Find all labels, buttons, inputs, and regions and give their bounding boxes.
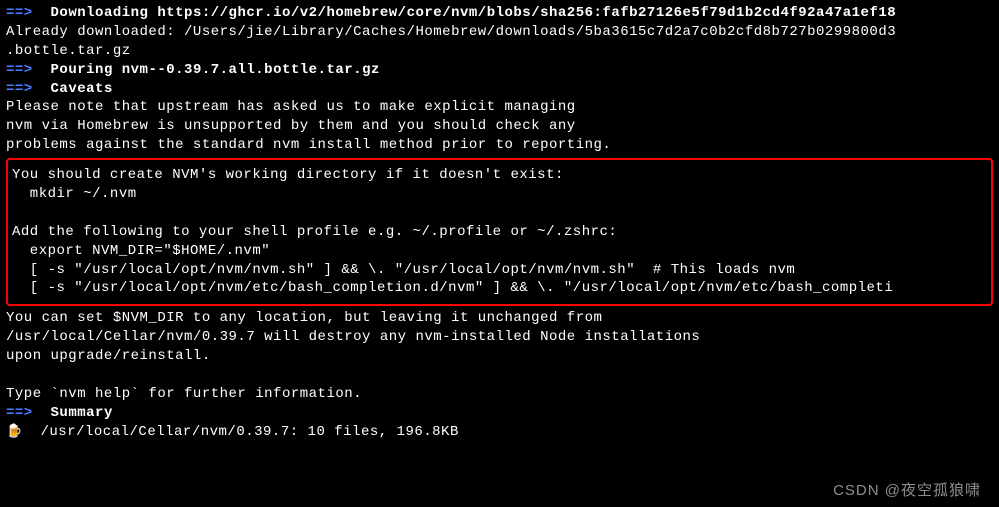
line-blank [6, 366, 993, 385]
line-caveats: ==> Caveats [6, 80, 993, 99]
box-blank [12, 204, 987, 223]
highlighted-instructions-box: You should create NVM's working director… [6, 158, 993, 306]
line-note1: Please note that upstream has asked us t… [6, 98, 993, 117]
line-after2: /usr/local/Cellar/nvm/0.39.7 will destro… [6, 328, 993, 347]
line-note3: problems against the standard nvm instal… [6, 136, 993, 155]
watermark-text: CSDN @夜空孤狼啸 [833, 481, 981, 501]
summary-text: /usr/local/Cellar/nvm/0.39.7: 10 files, … [41, 424, 459, 440]
summary-heading: Summary [51, 405, 113, 421]
caveats-heading: Caveats [51, 81, 113, 97]
beer-icon: 🍺 [6, 424, 23, 439]
line-bottle-tar: .bottle.tar.gz [6, 42, 993, 61]
line-after3: upon upgrade/reinstall. [6, 347, 993, 366]
box-line-nvmsh: [ -s "/usr/local/opt/nvm/nvm.sh" ] && \.… [12, 261, 987, 280]
line-summary: ==> Summary [6, 404, 993, 423]
arrow-icon: ==> [6, 405, 33, 421]
box-line-export: export NVM_DIR="$HOME/.nvm" [12, 242, 987, 261]
arrow-icon: ==> [6, 5, 33, 21]
arrow-icon: ==> [6, 62, 33, 78]
line-after1: You can set $NVM_DIR to any location, bu… [6, 309, 993, 328]
pouring-text: Pouring nvm--0.39.7.all.bottle.tar.gz [51, 62, 380, 78]
box-line-mkdir: mkdir ~/.nvm [12, 185, 987, 204]
arrow-icon: ==> [6, 81, 33, 97]
line-note2: nvm via Homebrew is unsupported by them … [6, 117, 993, 136]
line-already-downloaded: Already downloaded: /Users/jie/Library/C… [6, 23, 993, 42]
line-summary-detail: 🍺 /usr/local/Cellar/nvm/0.39.7: 10 files… [6, 423, 993, 442]
box-line-add-following: Add the following to your shell profile … [12, 223, 987, 242]
downloading-text: Downloading https://ghcr.io/v2/homebrew/… [51, 5, 897, 21]
box-line-create-dir: You should create NVM's working director… [12, 166, 987, 185]
line-downloading: ==> Downloading https://ghcr.io/v2/homeb… [6, 4, 993, 23]
box-line-bash-completion: [ -s "/usr/local/opt/nvm/etc/bash_comple… [12, 279, 987, 298]
line-pouring: ==> Pouring nvm--0.39.7.all.bottle.tar.g… [6, 61, 993, 80]
line-help: Type `nvm help` for further information. [6, 385, 993, 404]
